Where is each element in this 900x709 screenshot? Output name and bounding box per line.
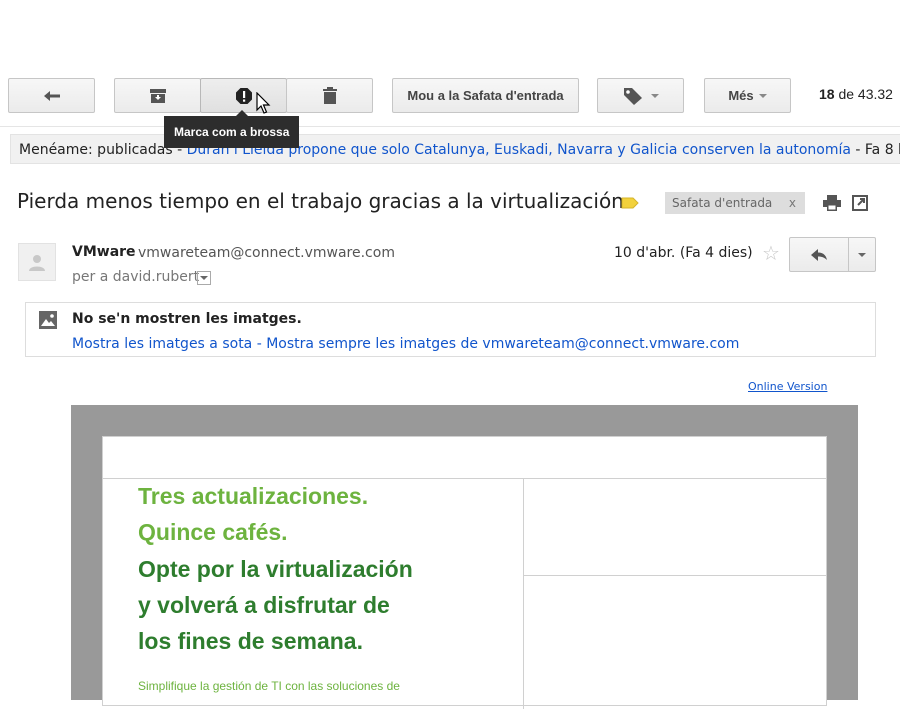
toolbar: Mou a la Safata d'entrada Més 18 de 43.3… <box>0 0 900 130</box>
reply-button[interactable] <box>789 237 849 272</box>
chevron-down-icon <box>650 93 659 98</box>
headline-line-4: y volverá a disfrutar de <box>138 592 390 618</box>
move-to-inbox-label: Mou a la Safata d'entrada <box>407 88 564 103</box>
chevron-down-icon <box>200 276 208 280</box>
spam-tooltip: Marca com a brossa <box>164 116 300 148</box>
counter-current: 18 <box>819 86 835 102</box>
headline-line-3: Opte por la virtualización <box>138 556 413 582</box>
star-icon[interactable]: ☆ <box>762 241 780 265</box>
delete-button[interactable] <box>286 78 373 113</box>
new-window-icon[interactable] <box>852 195 868 211</box>
avatar-icon <box>29 255 45 271</box>
images-hidden-notice: No se'n mostren les imatges. Mostra les … <box>25 302 876 357</box>
importance-marker-icon[interactable] <box>621 197 639 209</box>
images-links: Mostra les imatges a sota - Mostra sempr… <box>72 336 739 352</box>
chevron-down-icon <box>858 252 866 257</box>
more-label: Més <box>728 88 754 103</box>
email-body-text: Simplifique la gestión de TI con las sol… <box>138 679 400 693</box>
move-to-inbox-button[interactable]: Mou a la Safata d'entrada <box>392 78 579 113</box>
web-clip-time: - Fa 8 h <box>855 142 900 158</box>
chevron-down-icon <box>758 93 767 98</box>
headline-line-2: Quince cafés. <box>138 519 288 545</box>
links-separator: - <box>252 336 267 352</box>
avatar <box>18 243 56 281</box>
remove-label-button[interactable]: x <box>789 192 796 214</box>
print-icon[interactable] <box>823 195 841 211</box>
sender-email: vmwareteam@connect.vmware.com <box>138 245 395 261</box>
images-hidden-title: No se'n mostren les imatges. <box>72 311 302 327</box>
message-counter: 18 de 43.32 <box>819 86 893 102</box>
report-spam-button[interactable] <box>200 78 287 113</box>
mouse-cursor-icon <box>256 92 271 114</box>
web-clip-bar: Menéame: publicadas - Duran i Lleida pro… <box>10 134 900 164</box>
toolbar-divider <box>0 126 900 127</box>
message-date: 10 d'abr. (Fa 4 dies) <box>614 245 753 261</box>
headline-line-1: Tres actualizaciones. <box>138 483 369 509</box>
sender-name[interactable]: VMware <box>72 244 136 260</box>
tag-icon <box>623 87 642 105</box>
more-actions-button[interactable] <box>848 237 876 272</box>
email-image-placeholder <box>524 479 826 576</box>
inbox-label-chip: Safata d'entrada x <box>665 192 805 214</box>
web-clip-source: Menéame: publicadas <box>19 142 173 158</box>
more-button[interactable]: Més <box>704 78 791 113</box>
tooltip-text: Marca com a brossa <box>174 125 290 139</box>
show-images-below-link[interactable]: Mostra les imatges a sota <box>72 336 252 352</box>
back-button[interactable] <box>8 78 95 113</box>
show-details-toggle[interactable] <box>197 271 211 285</box>
image-icon <box>39 311 57 329</box>
archive-icon <box>149 88 166 103</box>
archive-button[interactable] <box>114 78 201 113</box>
labels-button[interactable] <box>597 78 684 113</box>
spam-icon <box>235 87 252 104</box>
reply-icon <box>811 248 827 261</box>
counter-total: de 43.32 <box>834 86 893 102</box>
online-version-link[interactable]: Online Version <box>748 380 827 393</box>
label-chip-text: Safata d'entrada <box>672 196 773 210</box>
recipient-line: per a david.rubert <box>72 269 200 285</box>
trash-icon <box>322 86 337 104</box>
email-header-placeholder <box>103 437 826 479</box>
back-arrow-icon <box>43 90 60 101</box>
always-show-images-link[interactable]: Mostra sempre les imatges de vmwareteam@… <box>266 336 739 352</box>
headline-line-5: los fines de semana. <box>138 628 363 654</box>
message-subject: Pierda menos tiempo en el trabajo gracia… <box>17 189 624 213</box>
